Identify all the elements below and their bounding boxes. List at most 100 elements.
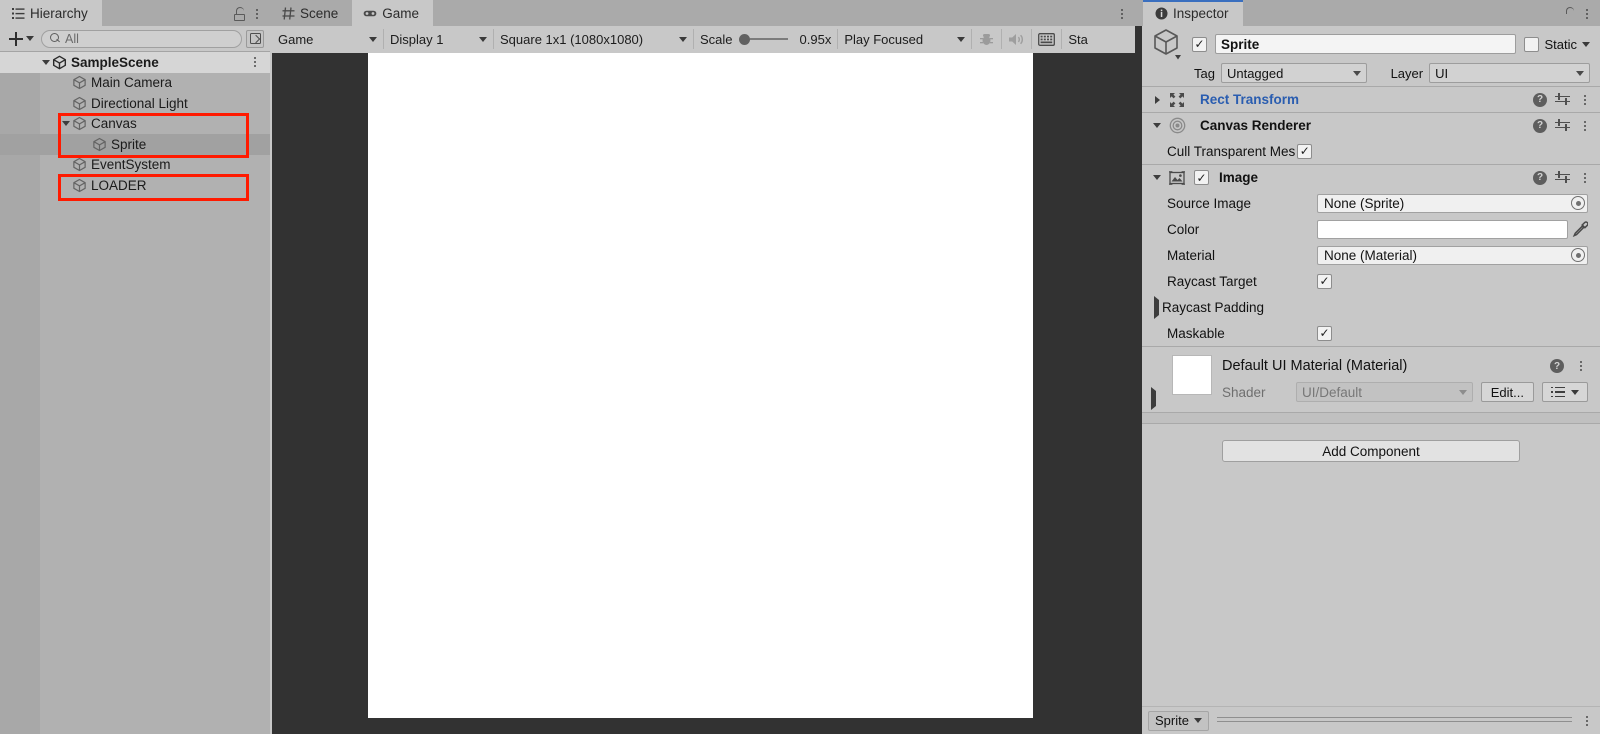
static-toggle-group[interactable]: Static xyxy=(1524,36,1590,52)
kebab-menu-icon[interactable] xyxy=(1574,358,1588,374)
add-gameobject-button[interactable] xyxy=(6,29,37,49)
color-swatch-field[interactable] xyxy=(1317,219,1568,239)
lock-icon[interactable] xyxy=(232,6,247,22)
hierarchy-row-main-camera[interactable]: Main Camera xyxy=(0,73,270,94)
shader-edit-button[interactable]: Edit... xyxy=(1480,382,1534,402)
gameobject-cube-icon xyxy=(72,157,87,172)
gameobject-name-field[interactable]: Sprite xyxy=(1215,34,1517,54)
shader-dropdown[interactable]: UI/Default xyxy=(1296,382,1473,402)
component-header-rect-transform[interactable]: Rect Transform? xyxy=(1142,87,1600,112)
game-viewport[interactable] xyxy=(272,53,1135,734)
scale-label: Scale xyxy=(700,31,733,47)
hierarchy-rows: SampleScene Main Camera Directional Light C… xyxy=(0,52,270,196)
component-header-image[interactable]: Image? xyxy=(1142,165,1600,190)
aspect-dropdown[interactable]: Square 1x1 (1080x1080) xyxy=(494,29,694,49)
play-mode-dropdown[interactable]: Play Focused xyxy=(838,29,973,49)
status-object-dropdown[interactable]: Sprite xyxy=(1148,710,1209,731)
slider-knob[interactable] xyxy=(738,33,750,45)
preset-settings-icon[interactable] xyxy=(1555,118,1570,133)
hierarchy-row-directional-light[interactable]: Directional Light xyxy=(0,93,270,114)
kebab-menu-icon[interactable] xyxy=(1578,92,1592,108)
expand-toggle[interactable] xyxy=(60,118,72,130)
game-tab-tools xyxy=(1115,6,1135,26)
eyedropper-icon[interactable] xyxy=(1572,221,1589,238)
tab-inspector[interactable]: Inspector xyxy=(1143,0,1243,26)
hierarchy-row-label: LOADER xyxy=(91,177,147,193)
scale-slider-control[interactable] xyxy=(738,33,788,45)
kebab-menu-icon[interactable] xyxy=(1578,118,1592,134)
hierarchy-row-sprite[interactable]: Sprite xyxy=(0,134,270,155)
kebab-menu-icon[interactable] xyxy=(1580,713,1594,729)
scale-slider[interactable]: Scale 0.95x xyxy=(694,29,839,49)
help-icon[interactable]: ? xyxy=(1533,170,1547,185)
kebab-menu-icon[interactable] xyxy=(1578,170,1592,186)
shader-list-button[interactable] xyxy=(1542,382,1588,402)
help-icon[interactable]: ? xyxy=(1550,359,1564,373)
component-header-canvas-renderer[interactable]: Canvas Renderer? xyxy=(1142,113,1600,138)
layer-dropdown[interactable]: UI xyxy=(1429,63,1590,83)
object-picker-icon[interactable] xyxy=(1571,196,1585,210)
slider-track[interactable] xyxy=(749,38,788,40)
stats-icon[interactable] xyxy=(1032,29,1063,49)
search-input[interactable]: All xyxy=(41,29,242,48)
expand-spacer xyxy=(80,138,92,150)
component-foldout-toggle[interactable] xyxy=(1151,175,1163,180)
component-enabled-checkbox[interactable] xyxy=(1194,170,1209,185)
hierarchy-row-canvas[interactable]: Canvas xyxy=(0,114,270,135)
tab-game[interactable]: Game xyxy=(352,0,434,26)
material-details: Default UI Material (Material) ? Shader … xyxy=(1222,355,1588,402)
foldout-right-icon[interactable] xyxy=(1151,391,1156,406)
inspector-tab-tools xyxy=(1562,6,1600,40)
hierarchy-row-eventsystem[interactable]: EventSystem xyxy=(0,155,270,176)
property-value xyxy=(1317,273,1588,289)
property-checkbox[interactable] xyxy=(1297,143,1313,159)
tab-scene-label: Scene xyxy=(300,5,339,21)
component-foldout-toggle[interactable] xyxy=(1151,96,1163,104)
display-dropdown[interactable]: Display 1 xyxy=(384,29,494,49)
game-panel: Scene Game Game Display 1 Square 1x1 (10… xyxy=(270,0,1135,734)
gameobject-cube-icon xyxy=(72,178,87,193)
preset-settings-icon[interactable] xyxy=(1555,92,1570,107)
kebab-menu-icon[interactable] xyxy=(1580,6,1594,22)
rect-transform-icon xyxy=(1169,91,1186,108)
hierarchy-row-label: Directional Light xyxy=(91,95,188,111)
property-label: Source Image xyxy=(1167,195,1252,211)
chevron-down-icon xyxy=(1352,70,1361,76)
kebab-menu-icon[interactable] xyxy=(1115,6,1129,22)
help-icon[interactable]: ? xyxy=(1533,118,1547,133)
hierarchy-row-samplescene[interactable]: SampleScene xyxy=(0,52,270,73)
tab-hierarchy[interactable]: Hierarchy xyxy=(0,0,102,26)
hierarchy-row-label: SampleScene xyxy=(71,54,159,70)
tag-dropdown[interactable]: Untagged xyxy=(1220,63,1367,83)
hierarchy-row-loader[interactable]: LOADER xyxy=(0,175,270,196)
component-header-tools: ? xyxy=(1533,92,1592,108)
property-foldout-toggle[interactable] xyxy=(1154,300,1159,315)
tab-scene[interactable]: Scene xyxy=(270,0,352,26)
gizmos-dropdown[interactable]: Sta xyxy=(1062,29,1094,49)
hierarchy-list-icon xyxy=(11,6,25,20)
static-label: Static xyxy=(1544,36,1577,52)
chevron-down-icon[interactable] xyxy=(1582,41,1590,47)
view-mode-dropdown[interactable]: Game xyxy=(272,29,384,49)
lock-icon[interactable] xyxy=(1562,6,1580,40)
property-checkbox[interactable] xyxy=(1317,273,1332,289)
gameobject-enabled-checkbox[interactable] xyxy=(1192,36,1207,52)
object-reference-field[interactable]: None (Material) xyxy=(1317,245,1588,265)
aspect-value: Square 1x1 (1080x1080) xyxy=(500,31,644,47)
property-checkbox[interactable] xyxy=(1317,325,1332,341)
object-picker-icon[interactable] xyxy=(1571,248,1585,262)
help-icon[interactable]: ? xyxy=(1533,92,1547,107)
preset-settings-icon[interactable] xyxy=(1555,170,1570,185)
kebab-menu-icon[interactable] xyxy=(248,54,262,70)
inspector-divider-strip xyxy=(1142,412,1600,424)
expand-toggle[interactable] xyxy=(40,56,52,68)
component-foldout-toggle[interactable] xyxy=(1151,123,1163,128)
static-checkbox[interactable] xyxy=(1524,36,1540,52)
popout-window-icon[interactable] xyxy=(246,29,264,48)
add-component-button[interactable]: Add Component xyxy=(1222,440,1520,462)
bug-debug-icon[interactable] xyxy=(972,29,1003,49)
mute-audio-icon[interactable] xyxy=(1002,29,1033,49)
object-reference-field[interactable]: None (Sprite) xyxy=(1317,193,1588,213)
kebab-menu-icon[interactable] xyxy=(250,6,264,22)
property-row: Color xyxy=(1142,216,1600,242)
